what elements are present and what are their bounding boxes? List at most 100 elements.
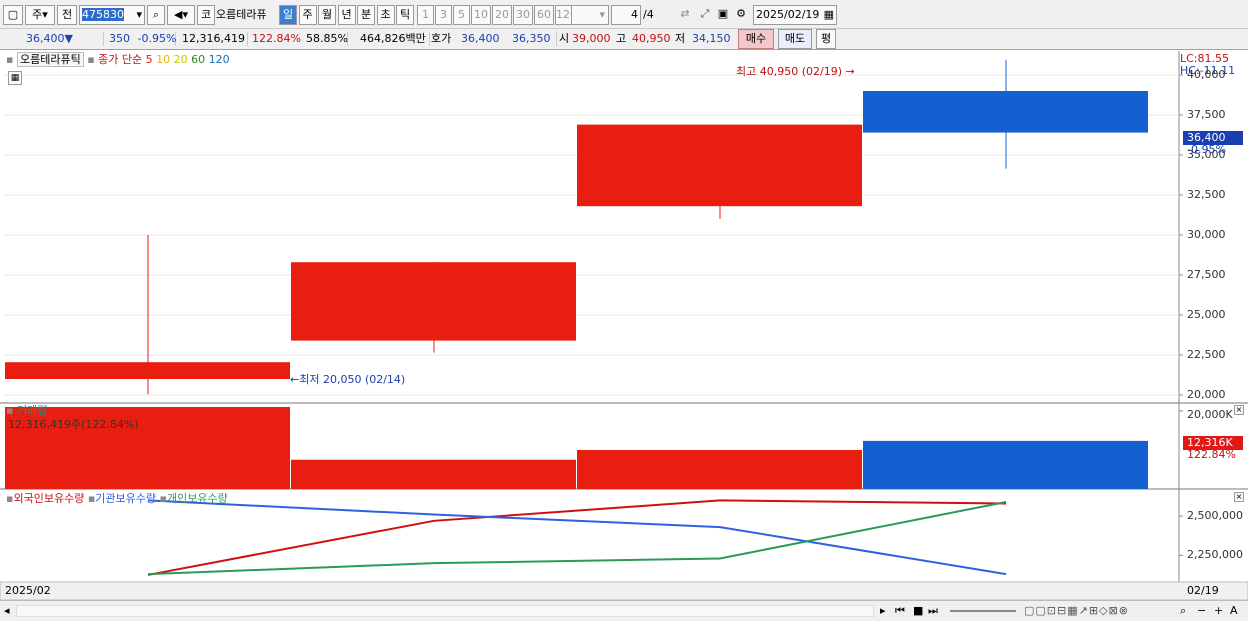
holdings-legend-0[interactable]: 외국인보유수량 — [13, 492, 87, 505]
interval-tab-20[interactable]: 20 — [492, 5, 512, 25]
candle-body — [291, 262, 576, 341]
open-label: 시 — [556, 32, 569, 46]
top-toolbar: ▢ 주▾ 전 475830 ▾ ⌕ ◀▾ 코 오름테라퓨 일주월년분초틱 135… — [0, 0, 1248, 29]
zoom-icon[interactable]: ⌕ — [1180, 604, 1186, 618]
market-select[interactable]: 주▾ — [25, 5, 55, 25]
low-price: 34,150 — [692, 32, 731, 45]
stop-icon[interactable]: ■ — [913, 604, 923, 618]
ma-period-10[interactable]: 10 — [153, 53, 170, 66]
period-tab-5[interactable]: 초 — [376, 5, 395, 25]
volume-panel-legend: ▪ 거래량 — [6, 404, 47, 418]
quote-price: 36,400 — [26, 32, 65, 45]
holdings-line-foreign — [147, 499, 1007, 576]
period-tab-0[interactable]: 일 — [279, 5, 297, 25]
close-icon[interactable]: × — [1234, 405, 1244, 415]
ask-price: 36,400 — [461, 32, 500, 45]
high-label: 고 — [616, 32, 627, 45]
date-input[interactable]: 2025/02/19 ▦ — [753, 5, 837, 25]
scroll-left-icon[interactable]: ◂ — [4, 604, 10, 618]
draw-icon[interactable]: ⤢ — [696, 5, 714, 25]
speaker-icon[interactable]: ◀▾ — [167, 5, 195, 25]
buy-button[interactable]: 매수 — [738, 29, 774, 49]
chart-svg[interactable] — [0, 51, 1248, 621]
zoom-slider[interactable] — [950, 610, 1016, 612]
interval-tab-10[interactable]: 10 — [471, 5, 491, 25]
interval-tab-5[interactable]: 5 — [453, 5, 470, 25]
legend-bullet-icon: ▪ — [159, 492, 167, 505]
period-tab-1[interactable]: 주 — [298, 5, 317, 25]
candle-body — [863, 91, 1148, 133]
plus-icon[interactable]: + — [1214, 604, 1223, 618]
calendar-icon[interactable]: ▦ — [824, 6, 834, 24]
ma-period-60[interactable]: 60 — [188, 53, 205, 66]
ask-label: 호가 — [431, 32, 452, 45]
interval-tab-3[interactable]: 3 — [435, 5, 452, 25]
period-tab-4[interactable]: 분 — [357, 5, 375, 25]
forward-icon[interactable]: ⏭ — [928, 604, 938, 618]
save-icon[interactable]: ▣ — [714, 5, 732, 25]
window-icon[interactable]: ▢ — [3, 5, 23, 25]
price-panel-title[interactable]: 오름테라퓨틱 — [16, 52, 84, 67]
scrollbar-track[interactable] — [16, 605, 874, 617]
price-y-tick: 22,500 — [1187, 348, 1226, 361]
grid-icon[interactable]: ▦ — [8, 71, 22, 85]
ma-period-5[interactable]: 5 — [146, 53, 153, 66]
price-panel-legend: ▪ 오름테라퓨틱 ▪ 종가 단순 5 10 20 60 120 — [6, 52, 230, 67]
high-price: 40,950 — [632, 32, 671, 45]
holdings-legend-1[interactable]: 기관보유수량 — [95, 492, 159, 505]
arrow-left-icon: ← — [290, 373, 300, 386]
interval-dropdown[interactable]: ▾ — [571, 5, 609, 25]
ma-period-120[interactable]: 120 — [205, 53, 230, 66]
chevron-down-icon[interactable]: ▾ — [136, 6, 142, 24]
drawing-tools[interactable]: ▢▢⊡⊟▦↗⊞◇⊠⊗ — [1024, 604, 1129, 618]
interval-tab-60[interactable]: 60 — [534, 5, 554, 25]
eval-button[interactable]: 평 — [816, 29, 836, 49]
sell-button[interactable]: 매도 — [778, 29, 812, 49]
period-tab-2[interactable]: 월 — [318, 5, 336, 25]
text-tool-icon[interactable]: A — [1230, 604, 1238, 618]
low-note: ←최저 20,050 (02/14) — [290, 373, 405, 387]
code-value: 475830 — [82, 8, 124, 21]
rewind-icon[interactable]: ⏮ — [895, 604, 905, 618]
link-icon[interactable]: ⇄ — [676, 5, 694, 25]
x-axis-end: 02/19 — [1187, 584, 1219, 597]
interval-tab-30[interactable]: 30 — [513, 5, 533, 25]
volume-bar — [577, 449, 862, 489]
price-y-tick: 32,500 — [1187, 188, 1226, 201]
search-icon[interactable]: ⌕ — [147, 5, 165, 25]
quote-volume: 12,316,419 — [180, 32, 248, 46]
price-y-tick: 25,000 — [1187, 308, 1226, 321]
minus-icon[interactable]: − — [1197, 604, 1206, 618]
close-icon[interactable]: × — [1234, 492, 1244, 502]
quote-price-box: 36,400▼ — [4, 32, 104, 46]
gear-icon[interactable]: ⚙ — [732, 5, 750, 25]
interval-tab-1[interactable]: 1 — [417, 5, 434, 25]
ma-period-20[interactable]: 20 — [170, 53, 188, 66]
ma-label[interactable]: 종가 단순 — [98, 53, 142, 66]
price-y-tick: 40,000 — [1187, 68, 1226, 81]
page-input[interactable]: 4 — [611, 5, 641, 25]
quote-volume-ratio: 122.84% — [252, 32, 301, 45]
volume-panel-title[interactable]: 거래량 — [17, 404, 47, 417]
candle-body — [5, 362, 290, 379]
code-input[interactable]: 475830 ▾ — [79, 5, 145, 25]
period-tab-3[interactable]: 년 — [337, 5, 356, 25]
price-y-tick: 30,000 — [1187, 228, 1226, 241]
holdings-legend-2[interactable]: 개인보유수량 — [167, 492, 228, 505]
full-toggle[interactable]: 전 — [57, 5, 77, 25]
scroll-right-icon[interactable]: ▸ — [880, 604, 886, 618]
volume-current: 12,316,419주(122.84%) — [8, 418, 139, 431]
legend-bullet-icon: ▪ — [6, 53, 14, 66]
price-y-tick: 27,500 — [1187, 268, 1226, 281]
legend-bullet-icon: ▪ — [87, 53, 95, 66]
bid-price: 36,350 — [512, 32, 551, 45]
market-select-value: 주 — [32, 8, 43, 21]
period-tab-6[interactable]: 틱 — [396, 5, 414, 25]
page-total: /4 — [643, 8, 654, 21]
high-note-text: 최고 40,950 (02/19) — [736, 65, 843, 78]
holdings-line-individual — [147, 501, 1007, 576]
price-y-tick: 20,000 — [1187, 388, 1226, 401]
quote-change-box: 350 -0.95% — [106, 32, 176, 46]
x-axis-band — [0, 581, 1248, 601]
bottom-bar: ◂ ▸ ⏮ ■ ⏭ ▢▢⊡⊟▦↗⊞◇⊠⊗ ⌕ − + A — [0, 600, 1248, 621]
